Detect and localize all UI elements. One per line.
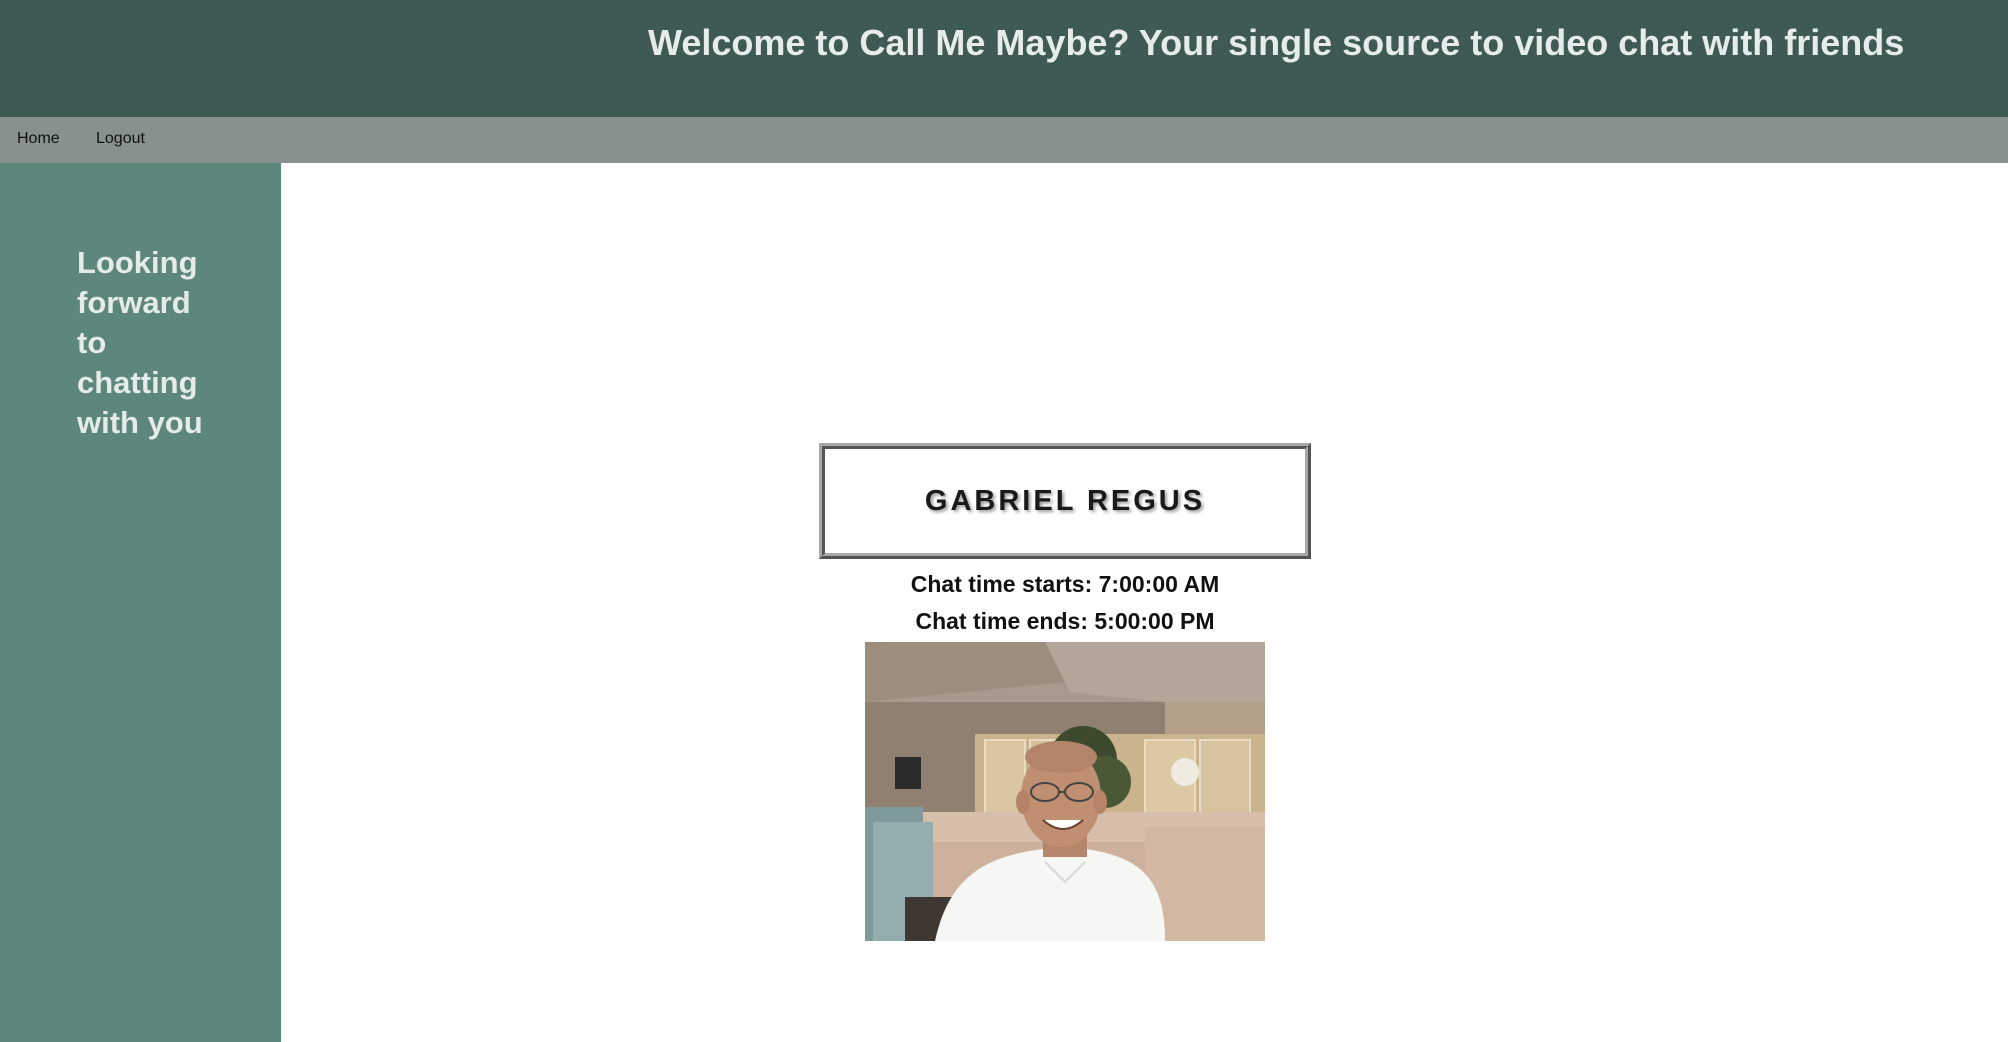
nav-logout-link[interactable]: Logout (96, 130, 145, 148)
user-name: GABRIEL REGUS (924, 484, 1206, 517)
video-feed (865, 642, 1265, 941)
chat-start-time: Chat time starts: 7:00:00 AM (910, 571, 1220, 597)
nav-bar: Home Logout (0, 117, 2008, 163)
chat-end-time: Chat time ends: 5:00:00 PM (915, 608, 1215, 634)
sidebar-message: Looking forward to chatting with you (77, 245, 203, 440)
user-name-box: GABRIEL REGUS (819, 443, 1311, 559)
sidebar: Looking forward to chatting with you (0, 163, 281, 1042)
page-header: Welcome to Call Me Maybe? Your single so… (0, 0, 2008, 117)
nav-home-link[interactable]: Home (17, 130, 60, 148)
video-feed-image (865, 642, 1265, 941)
profile-card: GABRIEL REGUS Chat time starts: 7:00:00 … (819, 443, 1311, 635)
page-title: Welcome to Call Me Maybe? Your single so… (648, 22, 1905, 63)
